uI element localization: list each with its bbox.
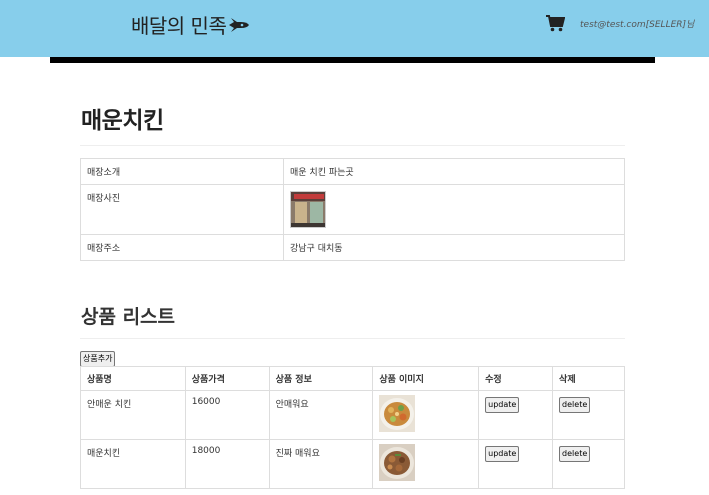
update-button[interactable]: update xyxy=(485,397,520,413)
user-info[interactable]: test@test.com[SELLER]님 xyxy=(580,17,694,30)
delete-button[interactable]: delete xyxy=(559,397,591,413)
product-image xyxy=(379,395,416,432)
product-price: 18000 xyxy=(184,439,270,489)
column-header: 삭제 xyxy=(552,366,625,391)
column-header: 상품 이미지 xyxy=(372,366,480,391)
product-name: 매운치킨 xyxy=(80,439,186,489)
column-header: 상품 정보 xyxy=(268,366,374,391)
product-info: 안매워요 xyxy=(268,390,374,440)
product-image xyxy=(379,444,416,481)
store-info-key: 매장주소 xyxy=(80,234,284,261)
store-info-row: 매장사진 xyxy=(80,184,625,235)
column-header: 상품가격 xyxy=(184,366,270,391)
update-button[interactable]: update xyxy=(485,446,520,462)
brand-logo[interactable]: 배달의 민족 xyxy=(131,10,250,39)
add-product-button[interactable]: 상품추가 xyxy=(80,351,116,367)
store-info-table: 매장소개 매운 치킨 파는곳 매장사진 매장주소 강남구 대치동 xyxy=(80,158,625,261)
update-cell: update xyxy=(478,439,554,489)
brand-name: 배달의 민족 xyxy=(131,14,227,38)
column-header: 상품명 xyxy=(80,366,186,391)
store-title: 매운치킨 xyxy=(81,108,164,134)
store-info-key: 매장사진 xyxy=(80,184,284,235)
update-cell: update xyxy=(478,390,554,440)
title-divider xyxy=(80,145,625,146)
product-image-cell xyxy=(372,390,480,440)
product-name: 안매운 치킨 xyxy=(80,390,186,440)
product-price: 16000 xyxy=(184,390,270,440)
store-info-value: 매운 치킨 파는곳 xyxy=(283,158,625,185)
store-info-value: 강남구 대치동 xyxy=(283,234,625,261)
table-row: 안매운 치킨 16000 안매워요 update delete xyxy=(80,390,625,440)
store-info-key: 매장소개 xyxy=(80,158,284,185)
product-table: 상품명 상품가격 상품 정보 상품 이미지 수정 삭제 안매운 치킨 16000… xyxy=(80,366,625,489)
shopping-cart-icon xyxy=(546,15,566,32)
store-photo-cell xyxy=(283,184,625,235)
delete-cell: delete xyxy=(552,390,625,440)
rocket-icon xyxy=(229,17,250,32)
delete-cell: delete xyxy=(552,439,625,489)
store-info-row: 매장소개 매운 치킨 파는곳 xyxy=(80,158,625,185)
product-image-cell xyxy=(372,439,480,489)
list-divider xyxy=(80,338,625,339)
table-header-row: 상품명 상품가격 상품 정보 상품 이미지 수정 삭제 xyxy=(80,366,625,391)
product-list-title: 상품 리스트 xyxy=(81,306,176,328)
column-header: 수정 xyxy=(478,366,554,391)
cart-button[interactable] xyxy=(546,15,566,36)
store-info-row: 매장주소 강남구 대치동 xyxy=(80,234,625,261)
product-info: 진짜 매워요 xyxy=(268,439,374,489)
header-divider xyxy=(50,57,655,63)
table-row: 매운치킨 18000 진짜 매워요 update delete xyxy=(80,439,625,489)
store-photo xyxy=(290,191,326,228)
top-header: 배달의 민족 test@test.com[SELLER]님 xyxy=(0,0,709,57)
delete-button[interactable]: delete xyxy=(559,446,591,462)
